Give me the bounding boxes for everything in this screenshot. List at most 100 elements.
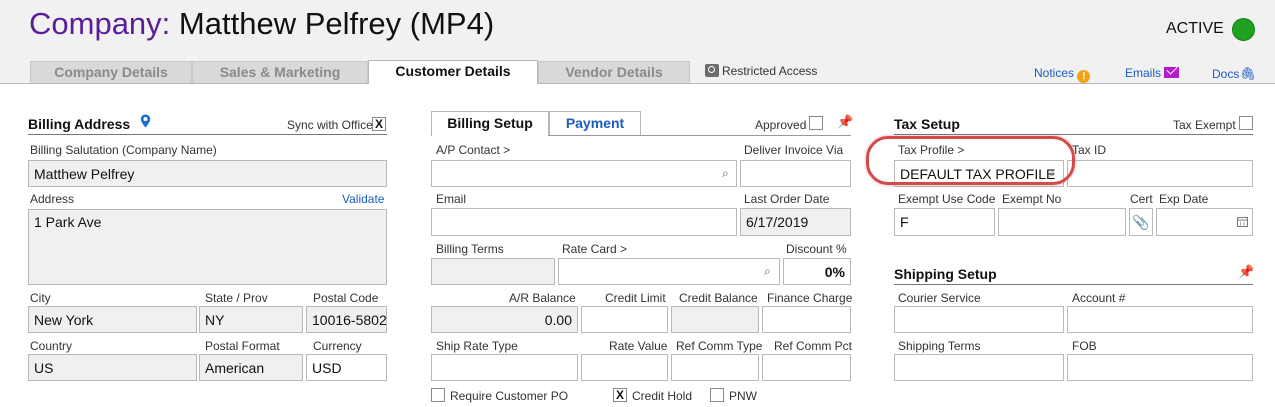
pin-icon[interactable]: 📌: [1238, 264, 1254, 280]
ref-comm-type-field[interactable]: [671, 354, 759, 381]
billing-terms-field[interactable]: [431, 258, 555, 285]
tax-setup-divider: [894, 134, 1253, 135]
tab-vendor-details[interactable]: Vendor Details: [538, 61, 690, 83]
notices-label: Notices: [1034, 66, 1075, 80]
sync-with-office-label: Sync with Office: [287, 118, 373, 132]
billing-address-divider: [28, 134, 387, 135]
currency-field[interactable]: USD: [306, 354, 387, 381]
fob-field[interactable]: [1067, 354, 1253, 381]
restricted-access-link[interactable]: Restricted Access: [705, 64, 817, 78]
billing-tab-gap: [432, 134, 548, 136]
rate-card-field[interactable]: [558, 258, 780, 285]
tab-billing-setup[interactable]: Billing Setup: [431, 111, 549, 136]
tab-sales-marketing[interactable]: Sales & Marketing: [192, 61, 368, 83]
restricted-access-label: Restricted Access: [722, 64, 818, 78]
alert-icon: !: [1077, 70, 1091, 83]
tax-id-field[interactable]: [1067, 160, 1253, 187]
rate-value-field[interactable]: [581, 354, 668, 381]
salutation-label: Billing Salutation (Company Name): [30, 143, 217, 157]
state-field[interactable]: NY: [199, 306, 303, 333]
status-dot-icon: [1232, 18, 1255, 41]
credit-limit-field[interactable]: [581, 306, 668, 333]
exempt-no-label: Exempt No: [1002, 192, 1062, 206]
email-label: Email: [436, 192, 467, 206]
tax-profile-label[interactable]: Tax Profile >: [898, 143, 964, 157]
discount-field[interactable]: 0%: [783, 258, 851, 285]
credit-hold-checkbox[interactable]: X: [613, 388, 627, 402]
courier-service-field[interactable]: [894, 306, 1064, 333]
credit-hold-label: Credit Hold: [632, 389, 693, 403]
currency-label: Currency: [313, 339, 362, 353]
ref-comm-pct-field[interactable]: [762, 354, 851, 381]
postal-code-label: Postal Code: [313, 291, 379, 305]
city-field[interactable]: New York: [28, 306, 197, 333]
credit-balance-label: Credit Balance: [679, 291, 758, 305]
pin-icon[interactable]: 📌: [837, 114, 853, 130]
billing-terms-label: Billing Terms: [436, 242, 504, 256]
postal-code-field[interactable]: 10016-5802: [306, 306, 387, 333]
address-field[interactable]: 1 Park Ave: [28, 209, 387, 285]
company-name: Matthew Pelfrey (MP4): [178, 6, 495, 41]
email-field[interactable]: [431, 208, 737, 236]
search-icon[interactable]: ⌕: [764, 264, 771, 279]
exempt-use-code-field[interactable]: F: [894, 208, 995, 236]
tax-profile-field[interactable]: DEFAULT TAX PROFILE: [894, 160, 1064, 187]
docs-link[interactable]: Docs🖇: [1212, 66, 1256, 82]
approved-checkbox[interactable]: [809, 116, 823, 130]
credit-balance-field: [671, 306, 759, 333]
tax-id-label: Tax ID: [1072, 143, 1107, 157]
notices-link[interactable]: Notices !: [1034, 66, 1091, 83]
account-field[interactable]: [1067, 306, 1253, 333]
exempt-no-field[interactable]: [998, 208, 1126, 236]
page-title: Company: Matthew Pelfrey (MP4): [29, 6, 494, 42]
search-icon[interactable]: ⌕: [722, 166, 729, 181]
sync-with-office-checkbox[interactable]: X: [372, 117, 386, 131]
pnw-checkbox[interactable]: [710, 388, 724, 402]
tab-customer-details[interactable]: Customer Details: [368, 60, 538, 84]
discount-label: Discount %: [786, 242, 847, 256]
tab-baseline: [0, 83, 1275, 84]
cert-label: Cert: [1130, 192, 1153, 206]
country-label: Country: [30, 339, 73, 353]
city-label: City: [30, 291, 51, 305]
company-label: Company:: [29, 6, 171, 41]
postal-format-field[interactable]: American: [199, 354, 303, 381]
ap-contact-label[interactable]: A/P Contact >: [436, 143, 510, 157]
tab-company-details[interactable]: Company Details: [30, 61, 192, 83]
country-field[interactable]: US: [28, 354, 197, 381]
credit-limit-label: Credit Limit: [605, 291, 666, 305]
require-po-checkbox[interactable]: [431, 388, 445, 402]
finance-charge-field[interactable]: [762, 306, 851, 333]
search-icon: [705, 64, 719, 77]
location-pin-icon[interactable]: [140, 114, 151, 128]
exp-date-label: Exp Date: [1159, 192, 1209, 206]
emails-link[interactable]: Emails: [1125, 66, 1180, 80]
rate-value-label: Rate Value: [609, 339, 668, 353]
validate-link[interactable]: Validate: [342, 192, 384, 206]
salutation-field[interactable]: Matthew Pelfrey: [28, 160, 387, 187]
calendar-icon[interactable]: [1237, 216, 1248, 227]
ref-comm-type-label: Ref Comm Type: [676, 339, 763, 353]
address-label: Address: [30, 192, 75, 206]
deliver-invoice-label: Deliver Invoice Via: [744, 143, 844, 157]
ar-balance-label: A/R Balance: [509, 291, 576, 305]
docs-label: Docs: [1212, 67, 1240, 81]
approved-label: Approved: [755, 118, 807, 132]
emails-label: Emails: [1125, 66, 1162, 80]
rate-card-label[interactable]: Rate Card >: [562, 242, 627, 256]
paperclip-icon: 🖇: [1239, 66, 1256, 81]
active-tab-gap: [369, 82, 537, 85]
tab-payment[interactable]: Payment: [549, 111, 641, 136]
postal-format-label: Postal Format: [205, 339, 280, 353]
ship-rate-type-field[interactable]: [431, 354, 578, 381]
deliver-invoice-field[interactable]: [740, 160, 851, 187]
shipping-terms-field[interactable]: [894, 354, 1064, 381]
paperclip-icon: 📎: [1132, 214, 1150, 230]
status-label: ACTIVE: [1166, 20, 1224, 37]
envelope-icon: [1164, 67, 1180, 78]
tax-exempt-checkbox[interactable]: [1239, 116, 1253, 130]
cert-attach-button[interactable]: 📎: [1129, 208, 1153, 236]
search-icon[interactable]: ⌕: [1049, 166, 1056, 181]
ap-contact-field[interactable]: [431, 160, 737, 187]
exempt-use-code-label: Exempt Use Code: [898, 192, 996, 206]
